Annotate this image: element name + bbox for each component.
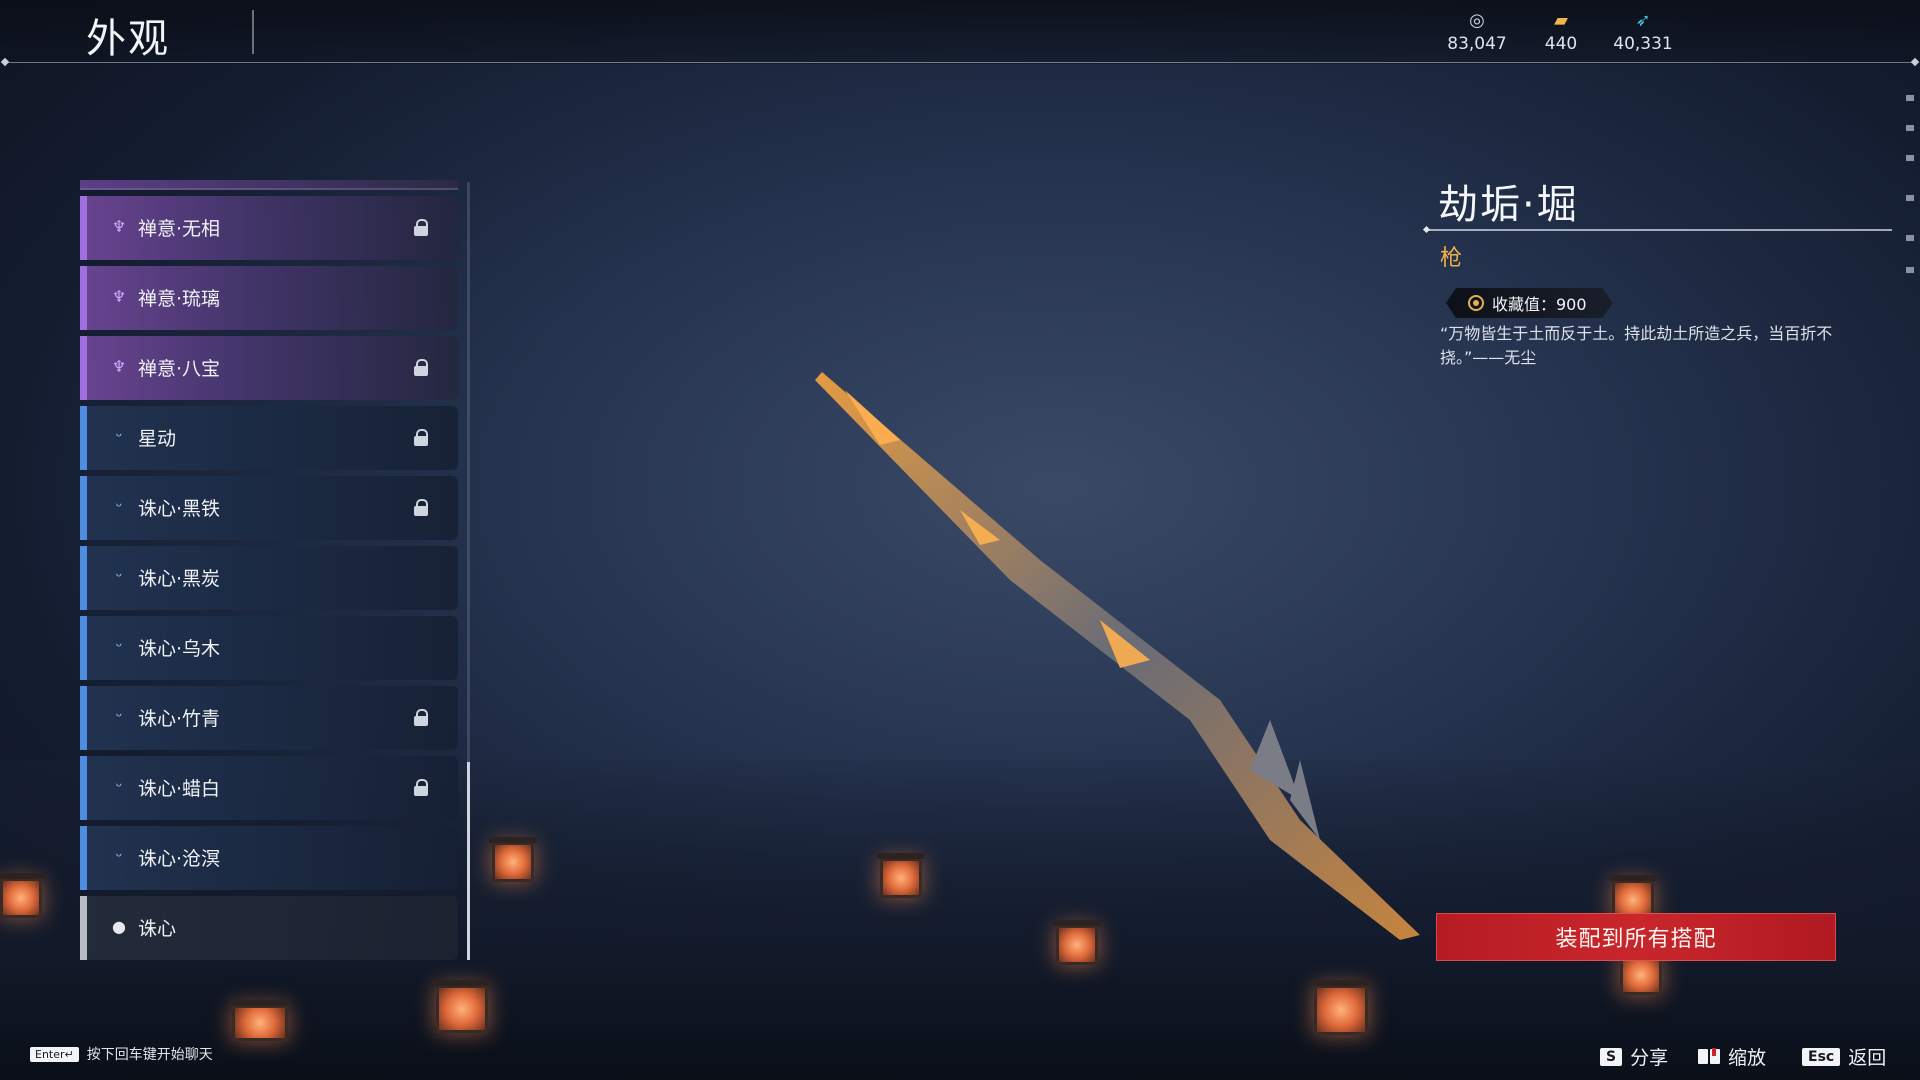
item-name: 劫垢·堀 xyxy=(1438,182,1579,228)
list-item[interactable]: ♆ 禅意·无相 xyxy=(80,196,458,260)
rarity-accent xyxy=(80,686,87,750)
currency-value: 440 xyxy=(1544,34,1578,54)
lock-icon xyxy=(414,709,428,726)
list-item[interactable]: ● 诛心 xyxy=(80,896,458,960)
lock-icon xyxy=(414,499,428,516)
list-item[interactable]: ᵕ 诛心·乌木 xyxy=(80,616,458,680)
currency-value: 40,331 xyxy=(1613,34,1673,54)
rarity-gem-icon: ᵕ xyxy=(115,497,123,516)
lock-icon xyxy=(414,779,428,796)
esc-key: Esc xyxy=(1802,1047,1841,1066)
lantern-decoration xyxy=(0,873,45,918)
currency-value: 83,047 xyxy=(1447,34,1507,54)
title-divider xyxy=(252,10,254,54)
list-top-edge xyxy=(80,180,458,190)
ticket-icon: ▰ xyxy=(1554,10,1568,31)
item-label: 诛心·竹青 xyxy=(138,708,221,730)
item-label: 诛心·黑铁 xyxy=(138,498,221,520)
list-item[interactable]: ᵕ 诛心·黑铁 xyxy=(80,476,458,540)
lantern-decoration xyxy=(1617,950,1665,995)
equip-all-button[interactable]: 装配到所有搭配 xyxy=(1436,913,1836,961)
rarity-gem-icon: ♆ xyxy=(111,217,127,236)
item-label: 诛心·黑炭 xyxy=(138,568,221,590)
enter-key-icon: Enter↵ xyxy=(30,1046,79,1062)
item-label: 禅意·无相 xyxy=(138,218,221,240)
lantern-decoration xyxy=(877,853,925,898)
rarity-gem-icon: ᵕ xyxy=(115,777,123,796)
list-item[interactable]: ᵕ 诛心·竹青 xyxy=(80,686,458,750)
lantern-decoration xyxy=(229,1000,291,1041)
lock-icon xyxy=(414,219,428,236)
zoom-book-icon xyxy=(1698,1047,1720,1066)
collection-value: 收藏值：900 xyxy=(1492,295,1587,314)
rarity-accent xyxy=(80,196,87,260)
collection-badge: 收藏值：900 xyxy=(1446,288,1613,318)
rarity-gem-icon: ♆ xyxy=(111,357,127,376)
item-description: “万物皆生于土而反于土。持此劫土所造之兵，当百折不挠。”——无尘 xyxy=(1440,324,1833,367)
rarity-gem-icon: ᵕ xyxy=(115,427,123,446)
lock-icon xyxy=(414,429,428,446)
silver-coin-icon: ◎ xyxy=(1469,10,1485,31)
page-title: 外观 xyxy=(86,16,170,62)
rarity-accent xyxy=(80,336,87,400)
list-item[interactable]: ᵕ 星动 xyxy=(80,406,458,470)
chat-hint-text: 按下回车键开始聊天 xyxy=(86,1047,213,1063)
item-label: 诛心·沧溟 xyxy=(138,848,221,870)
rarity-gem-icon: ● xyxy=(112,917,126,936)
zoom-label: 缩放 xyxy=(1728,1047,1767,1069)
top-divider-line xyxy=(6,62,1914,63)
rarity-accent xyxy=(80,826,87,890)
scrollbar-thumb[interactable] xyxy=(467,762,470,960)
list-item[interactable]: ᵕ 诛心·沧溟 xyxy=(80,826,458,890)
feather-icon: ➶ xyxy=(1635,10,1651,31)
rarity-accent xyxy=(80,616,87,680)
chat-hint[interactable]: Enter↵ 按下回车键开始聊天 xyxy=(30,1044,213,1064)
rarity-accent xyxy=(80,756,87,820)
list-item[interactable]: ᵕ 诛心·黑炭 xyxy=(80,546,458,610)
share-hint[interactable]: S 分享 xyxy=(1600,1043,1668,1070)
rarity-accent xyxy=(80,266,87,330)
rarity-gem-icon: ᵕ xyxy=(115,847,123,866)
share-key: S xyxy=(1600,1047,1623,1066)
list-item[interactable]: ♆ 禅意·八宝 xyxy=(80,336,458,400)
lantern-decoration xyxy=(1053,920,1101,965)
list-item[interactable]: ♆ 禅意·琉璃 xyxy=(80,266,458,330)
item-label: 禅意·琉璃 xyxy=(138,288,221,310)
list-item[interactable]: ᵕ 诛心·蜡白 xyxy=(80,756,458,820)
lantern-decoration xyxy=(489,837,537,882)
zoom-hint[interactable]: 缩放 xyxy=(1698,1043,1766,1070)
rarity-accent xyxy=(80,546,87,610)
rarity-accent xyxy=(80,406,87,470)
back-hint[interactable]: Esc 返回 xyxy=(1802,1043,1886,1070)
currency-ticket: ▰ 440 xyxy=(1516,10,1606,54)
rarity-gem-icon: ♆ xyxy=(111,287,127,306)
item-type: 枪 xyxy=(1440,246,1463,271)
lock-icon xyxy=(414,359,428,376)
item-label: 诛心·蜡白 xyxy=(138,778,221,800)
lantern-decoration xyxy=(433,980,491,1033)
back-label: 返回 xyxy=(1848,1047,1887,1069)
item-label: 诛心 xyxy=(138,918,177,940)
name-underline xyxy=(1426,229,1892,231)
collection-coin-icon xyxy=(1468,295,1484,311)
rarity-gem-icon: ᵕ xyxy=(115,707,123,726)
share-label: 分享 xyxy=(1630,1047,1669,1069)
rarity-accent xyxy=(80,476,87,540)
currency-silver: ◎ 83,047 xyxy=(1432,10,1522,54)
right-edge-ruler xyxy=(1906,95,1914,275)
rarity-gem-icon: ᵕ xyxy=(115,637,123,656)
lantern-decoration xyxy=(1311,980,1371,1035)
rarity-accent xyxy=(80,896,87,960)
item-label: 诛心·乌木 xyxy=(138,638,221,660)
item-label: 星动 xyxy=(138,428,177,450)
item-label: 禅意·八宝 xyxy=(138,358,221,380)
currency-feather: ➶ 40,331 xyxy=(1598,10,1688,54)
rarity-gem-icon: ᵕ xyxy=(115,567,123,586)
